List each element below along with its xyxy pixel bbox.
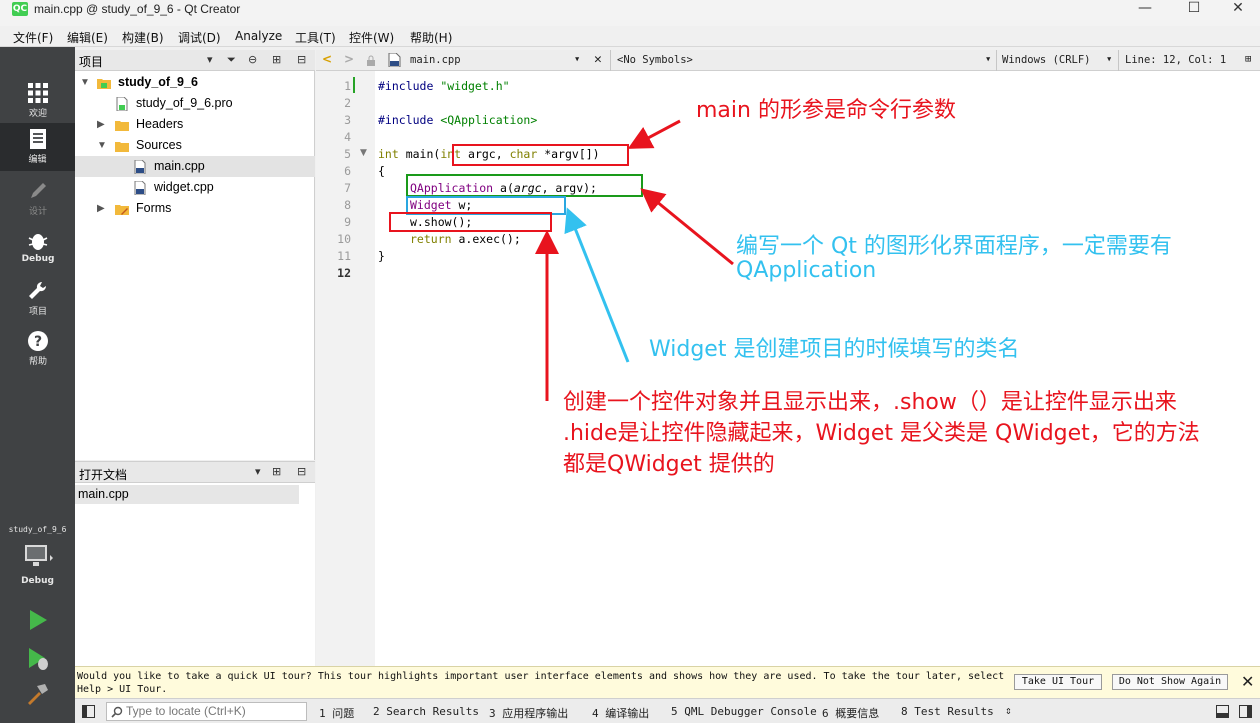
annotation-qapplication-line2: QApplication [736, 258, 877, 283]
more-tabs-icon[interactable]: ⇕ [1005, 704, 1012, 717]
arrow-main-params [627, 119, 681, 149]
close-icon[interactable]: ✕ [1241, 672, 1254, 691]
ui-tour-infobar: Would you like to take a quick UI tour? … [75, 666, 1260, 698]
output-tab-issues[interactable]: 1 问题 [319, 705, 354, 721]
annotation-show-line1: 创建一个控件对象并且显示出来，.show（）是让控件显示出来 [563, 390, 1177, 415]
output-tab-test-results[interactable]: 8 Test Results [901, 705, 994, 718]
locator-input[interactable]: Type to locate (Ctrl+K) [106, 702, 307, 721]
toggle-right-sidebar-icon[interactable] [1239, 705, 1252, 718]
annotation-qapplication-line1: 编写一个 Qt 的图形化界面程序，一定需要有 [736, 234, 1172, 259]
search-icon [111, 706, 123, 718]
arrow-widget [564, 207, 630, 363]
take-ui-tour-button[interactable]: Take UI Tour [1014, 674, 1102, 690]
arrow-qapplication [640, 188, 734, 266]
toggle-output-pane-icon[interactable] [1216, 705, 1229, 718]
annotation-show-line2: .hide是让控件隐藏起来，Widget 是父类是 QWidget，它的方法 [563, 421, 1200, 446]
annotation-arrows [535, 119, 734, 401]
status-bar: Type to locate (Ctrl+K) 1 问题 2 Search Re… [75, 698, 1260, 723]
annotation-main-params: main 的形参是命令行参数 [696, 98, 956, 123]
do-not-show-again-button[interactable]: Do Not Show Again [1112, 674, 1228, 690]
output-tab-qml-debugger[interactable]: 5 QML Debugger Console [671, 705, 817, 718]
ui-tour-message: Would you like to take a quick UI tour? … [77, 671, 1005, 695]
output-tab-compile-output[interactable]: 4 编译输出 [592, 705, 649, 721]
output-tab-search-results[interactable]: 2 Search Results [373, 705, 479, 718]
toggle-sidebar-icon[interactable] [82, 705, 95, 718]
annotation-show-line3: 都是QWidget 提供的 [563, 452, 775, 477]
output-tab-general-messages[interactable]: 6 概要信息 [822, 705, 879, 721]
annotation-widget: Widget 是创建项目的时候填写的类名 [649, 337, 1020, 362]
locator-placeholder: Type to locate (Ctrl+K) [126, 704, 246, 718]
output-tab-application-output[interactable]: 3 应用程序输出 [489, 705, 568, 721]
